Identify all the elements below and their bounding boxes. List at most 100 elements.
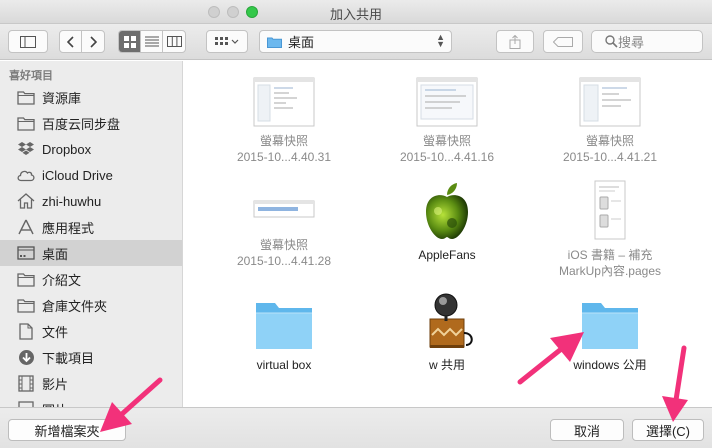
film-icon (16, 374, 36, 392)
share-icon (509, 34, 521, 49)
choose-button[interactable]: 選擇(C) (632, 419, 704, 441)
folder-icon (267, 37, 282, 48)
sidebar-item-label: 桌面 (42, 246, 69, 262)
chevron-left-icon (66, 35, 74, 48)
file-name: windows 公用 (573, 358, 647, 372)
applications-icon (16, 218, 36, 236)
sidebar-item-label: 倉庫文件夾 (42, 298, 108, 314)
file-name: w 共用 (428, 358, 465, 372)
share-button[interactable] (496, 30, 534, 53)
view-mode-control (118, 30, 186, 53)
sidebar-item-label: 百度云同步盘 (42, 116, 121, 132)
forward-button[interactable] (82, 31, 104, 52)
screenshot-thumbnail-icon (253, 77, 315, 127)
window-title: 加入共用 (329, 7, 382, 22)
bottom-bar: 新增檔案夾 取消 選擇(C) (0, 407, 712, 448)
screenshot-thumbnail-icon (416, 77, 478, 127)
icon-view-button[interactable] (119, 31, 141, 52)
sidebar-item-label: Dropbox (42, 141, 92, 157)
download-icon (16, 348, 36, 366)
sidebar-item-downloads[interactable]: 下載項目 (0, 344, 182, 370)
sidebar-item-warehouse[interactable]: 倉庫文件夾 (0, 292, 182, 318)
file-item[interactable]: iOS 書籍 – 補充 MarkUp內容.pages (535, 179, 685, 279)
server-app-icon (429, 293, 473, 348)
folder-icon (582, 303, 638, 349)
tag-button[interactable] (543, 30, 583, 53)
sidebar-item-desktop[interactable]: 桌面 (0, 240, 182, 266)
updown-chevron-icon: ▲ ▼ (436, 32, 445, 49)
sidebar-item-applications[interactable]: 應用程式 (0, 214, 182, 240)
sidebar-item-label: 下載項目 (42, 350, 95, 366)
title-bar: 加入共用 (0, 0, 712, 24)
chevron-right-icon (90, 35, 97, 48)
sidebar-item-home[interactable]: zhi-huwhu (0, 188, 182, 214)
file-name: AppleFans (418, 248, 476, 262)
list-icon (144, 36, 159, 47)
file-name: iOS 書籍 – 補充 MarkUp內容.pages (558, 248, 662, 278)
sidebar-item-library[interactable]: 資源庫 (0, 84, 182, 110)
desktop-icon (16, 244, 36, 262)
sidebar-item-label: 文件 (42, 324, 69, 340)
sidebar-icon (20, 35, 36, 48)
file-item[interactable]: virtual box (209, 293, 359, 373)
folder-icon (256, 303, 312, 349)
sidebar-item-label: iCloud Drive (42, 167, 113, 183)
folder-icon (16, 114, 36, 132)
sidebar-item-label: 影片 (42, 376, 69, 392)
location-popup[interactable]: 桌面 ▲ ▼ (259, 30, 452, 53)
sidebar-toggle-button[interactable] (8, 30, 48, 53)
search-icon (605, 35, 618, 48)
toolbar: 桌面 ▲ ▼ 搜尋 (0, 24, 712, 60)
file-item[interactable]: 螢幕快照 2015-10...4.41.16 (372, 75, 522, 165)
sidebar-item-label: 應用程式 (42, 220, 95, 236)
sidebar-section-favorites: 喜好項目 (9, 70, 53, 82)
tag-icon (553, 36, 573, 47)
sidebar-item-documents[interactable]: 文件 (0, 318, 182, 344)
search-field[interactable]: 搜尋 (591, 30, 703, 53)
pages-document-icon (594, 180, 626, 240)
sidebar-item-movies[interactable]: 影片 (0, 370, 182, 396)
file-item[interactable]: AppleFans (372, 179, 522, 263)
screenshot-thumbnail-icon (579, 77, 641, 127)
new-folder-button[interactable]: 新增檔案夾 (8, 419, 126, 441)
columns-icon (166, 36, 182, 47)
sidebar-item-pictures[interactable]: 圖片 (0, 396, 182, 408)
sidebar-item-intro[interactable]: 介紹文 (0, 266, 182, 292)
cloud-icon (16, 166, 36, 184)
file-name: 螢幕快照 2015-10...4.41.16 (399, 134, 495, 164)
file-browser: 螢幕快照 2015-10...4.40.31 螢幕快照 2015-10...4.41… (184, 61, 712, 407)
column-view-button[interactable] (163, 31, 185, 52)
grid-icon (123, 35, 136, 48)
file-name: 螢幕快照 2015-10...4.40.31 (236, 134, 332, 164)
sidebar-item-baidu[interactable]: 百度云同步盘 (0, 110, 182, 136)
dropbox-icon (16, 140, 36, 158)
file-item[interactable]: 螢幕快照 2015-10...4.41.28 (209, 179, 359, 269)
sidebar-item-dropbox[interactable]: Dropbox (0, 136, 182, 162)
file-item[interactable]: w 共用 (372, 289, 522, 373)
search-placeholder: 搜尋 (618, 35, 645, 50)
sidebar-item-label: 資源庫 (42, 90, 82, 106)
picture-icon (16, 400, 36, 407)
screenshot-thumbnail-icon (253, 200, 315, 218)
folder-icon (16, 270, 36, 288)
document-icon (16, 322, 36, 340)
folder-icon (16, 296, 36, 314)
back-forward-control (59, 30, 105, 53)
file-name: 螢幕快照 2015-10...4.41.21 (562, 134, 658, 164)
file-item[interactable]: windows 公用 (535, 293, 685, 373)
arrange-button[interactable] (206, 30, 248, 53)
sidebar-item-label: 介紹文 (42, 272, 82, 288)
apple-logo-icon (426, 183, 468, 239)
folder-icon (16, 88, 36, 106)
file-item[interactable]: 螢幕快照 2015-10...4.40.31 (209, 75, 359, 165)
home-icon (16, 192, 36, 210)
file-item[interactable]: 螢幕快照 2015-10...4.41.21 (535, 75, 685, 165)
cancel-button[interactable]: 取消 (550, 419, 624, 441)
sidebar-item-label: 圖片 (42, 400, 68, 408)
sidebar-item-label: zhi-huwhu (42, 193, 102, 209)
sidebar: 喜好項目 資源庫 百度云同步盘 Dropbox iCloud Drive zhi… (0, 61, 183, 407)
sidebar-item-icloud-drive[interactable]: iCloud Drive (0, 162, 182, 188)
back-button[interactable] (60, 31, 82, 52)
list-view-button[interactable] (141, 31, 163, 52)
arrange-grid-icon (215, 36, 239, 45)
